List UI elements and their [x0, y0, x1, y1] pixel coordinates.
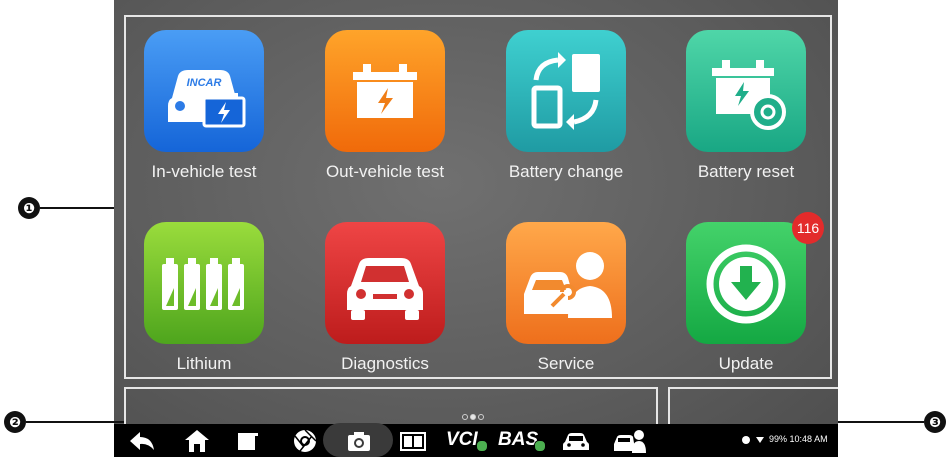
page-dot	[478, 414, 484, 420]
car-icon[interactable]	[560, 426, 592, 456]
app-tile-battery-change[interactable]	[506, 30, 626, 152]
app-label-lithium: Lithium	[176, 354, 232, 373]
battery-change-icon	[506, 30, 626, 152]
svg-text:INCAR: INCAR	[187, 77, 222, 89]
app-tile-battery-reset[interactable]	[686, 30, 806, 152]
app-label-battery-change: Battery change	[508, 162, 624, 181]
callout-line-2	[26, 421, 124, 423]
service-icon	[506, 222, 626, 344]
camera-icon[interactable]	[344, 426, 374, 456]
app-tile-in-vehicle-test[interactable]: INCAR	[144, 30, 264, 152]
bluetooth-icon	[742, 435, 750, 444]
callout-number-3: ❸	[924, 411, 946, 433]
service-nav-icon[interactable]	[612, 426, 646, 456]
wifi-icon	[755, 436, 764, 443]
page-dot-active	[470, 414, 476, 420]
callout-line-1	[40, 207, 114, 209]
out-vehicle-test-icon	[325, 30, 445, 152]
app-label-in-vehicle-test: In-vehicle test	[151, 162, 257, 181]
home-icon[interactable]	[182, 426, 212, 456]
callout-line-3	[838, 421, 924, 423]
app-tile-out-vehicle-test[interactable]	[325, 30, 445, 152]
callout-number-2: ❷	[4, 411, 26, 433]
vci-icon[interactable]: VCI	[446, 427, 478, 453]
page-indicator	[462, 407, 486, 420]
update-count-badge: 116	[792, 212, 824, 244]
browser-icon[interactable]	[290, 426, 320, 456]
back-icon[interactable]	[126, 426, 156, 456]
lithium-icon	[144, 222, 264, 344]
app-label-out-vehicle-test: Out-vehicle test	[325, 162, 445, 181]
app-label-update: Update	[718, 354, 774, 373]
app-tile-update[interactable]	[686, 222, 806, 344]
bas-status-dot	[534, 440, 546, 452]
app-tile-lithium[interactable]	[144, 222, 264, 344]
in-vehicle-test-icon: INCAR	[144, 30, 264, 152]
app-tile-service[interactable]	[506, 222, 626, 344]
status-bar: 99% 10:48 AM	[742, 432, 828, 446]
app-label-battery-reset: Battery reset	[697, 162, 795, 181]
app-tile-diagnostics[interactable]	[325, 222, 445, 344]
page-dot	[462, 414, 468, 420]
callout-number-1: ❶	[18, 197, 40, 219]
diagnostics-icon	[325, 222, 445, 344]
update-icon	[686, 222, 806, 344]
app-label-service: Service	[537, 354, 595, 373]
vci-status-dot	[476, 440, 488, 452]
bas-icon[interactable]: BAS	[498, 427, 538, 453]
screen-mirror-icon[interactable]	[398, 426, 428, 456]
battery-reset-icon	[686, 30, 806, 152]
recent-apps-icon[interactable]	[236, 426, 262, 456]
app-label-diagnostics: Diagnostics	[341, 354, 429, 373]
status-text: 99% 10:48 AM	[769, 434, 828, 444]
